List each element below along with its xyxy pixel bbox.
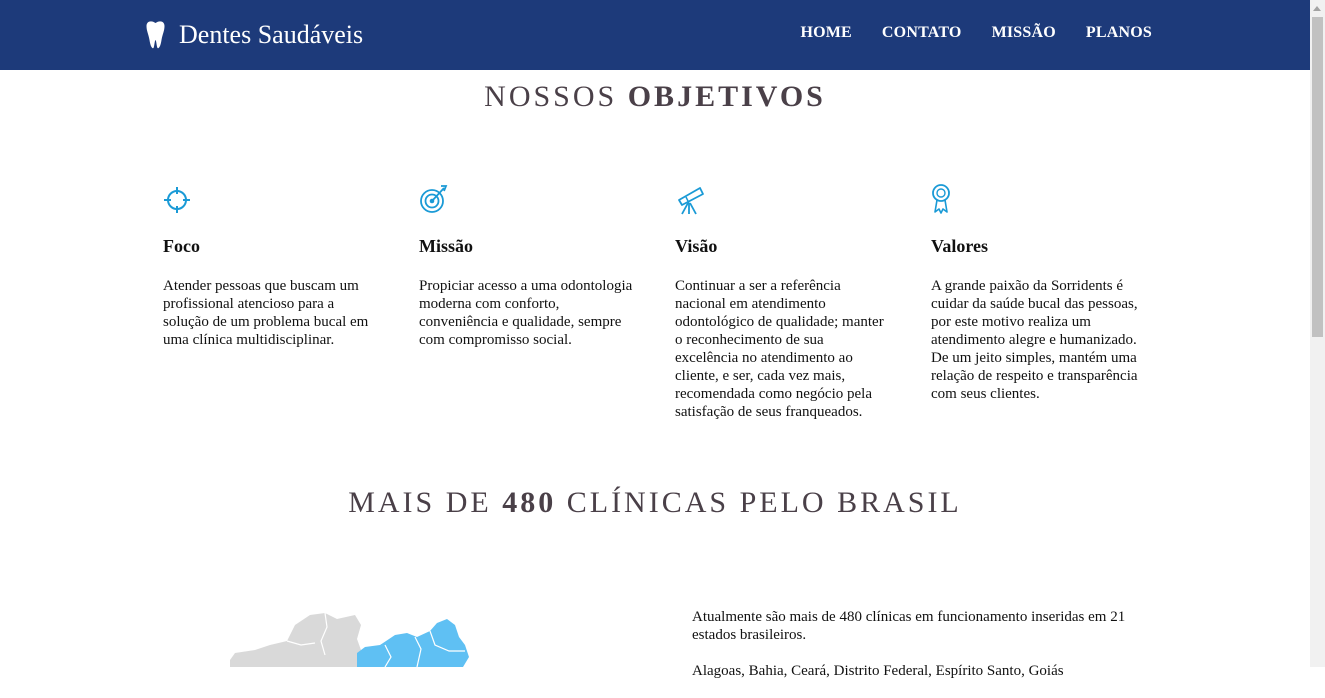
brazil-map [230,612,469,667]
nav-link-home[interactable]: HOME [800,24,851,42]
objective-text: Continuar a ser a referência nacional em… [675,278,884,420]
objective-text: Propiciar acesso a uma odontologia moder… [419,278,633,348]
objective-title: Missão [419,236,473,256]
objectives-title: NOSSOS OBJETIVOS [0,80,1310,114]
objective-visao: Visão Continuar a ser a referência nacio… [675,183,890,421]
target-icon [420,185,448,213]
objectives-title-normal: NOSSOS [484,80,618,113]
brand-name: Dentes Saudáveis [179,20,364,49]
scrollbar-thumb[interactable] [1312,17,1323,337]
brand[interactable]: Dentes Saudáveis [143,18,363,52]
scroll-up-arrow-icon[interactable] [1310,0,1325,17]
clinics-title: MAIS DE 480 CLÍNICAS PELO BRASIL [0,486,1310,520]
objective-valores: Valores A grande paixão da Sorridents é … [931,183,1146,403]
clinics-title-number: 480 [502,486,557,519]
objective-text: Atender pessoas que buscam um profission… [163,278,369,348]
objective-text: A grande paixão da Sorridents é cuidar d… [931,278,1138,402]
clinics-paragraph: Alagoas, Bahia, Ceará, Distrito Federal,… [692,663,1064,679]
main-nav: HOME CONTATO MISSÃO PLANOS [800,24,1152,42]
clinics-title-prefix: MAIS DE [348,486,492,519]
crosshair-icon [164,187,190,213]
award-icon [932,184,950,214]
objective-title: Visão [675,236,718,256]
nav-link-missao[interactable]: MISSÃO [992,24,1056,42]
clinics-paragraph: Atualmente são mais de 480 clínicas em f… [692,609,1126,643]
nav-link-planos[interactable]: PLANOS [1086,24,1152,42]
tooth-icon [146,21,165,49]
clinics-description: Atualmente são mais de 480 clínicas em f… [692,608,1152,698]
objective-title: Valores [931,236,989,256]
top-navbar: Dentes Saudáveis HOME CONTATO MISSÃO PLA… [0,0,1310,70]
telescope-icon [678,187,704,215]
objective-foco: Foco Atender pessoas que buscam um profi… [163,183,378,349]
vertical-scrollbar[interactable] [1310,0,1325,667]
objective-missao: Missão Propiciar acesso a uma odontologi… [419,183,634,349]
nav-link-contato[interactable]: CONTATO [882,24,962,42]
clinics-title-suffix: CLÍNICAS PELO BRASIL [566,486,962,519]
objective-title: Foco [163,236,200,256]
objectives-title-bold: OBJETIVOS [627,80,826,113]
